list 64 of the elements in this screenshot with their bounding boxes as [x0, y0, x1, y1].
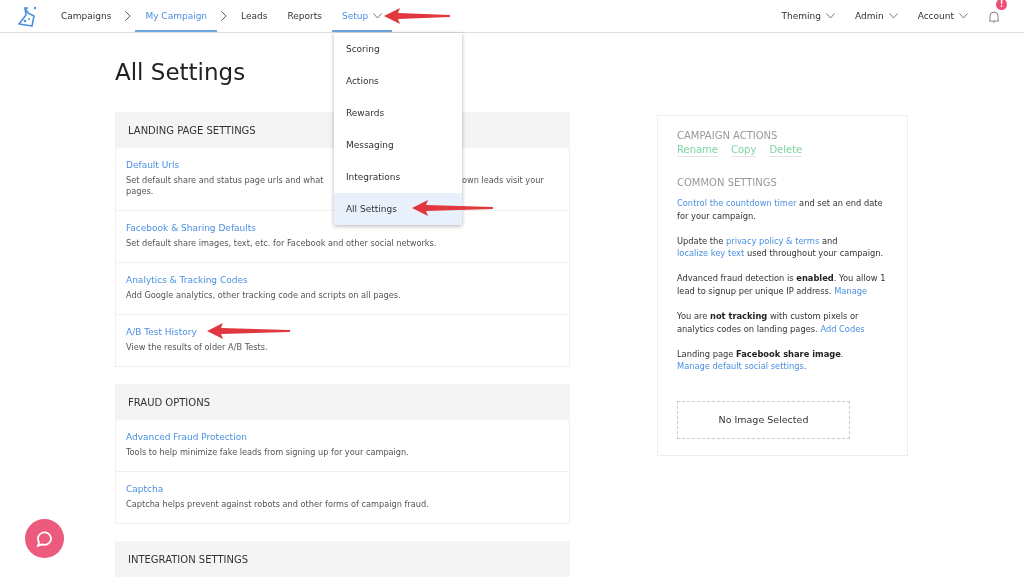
inline-link[interactable]: localize key text [677, 248, 745, 259]
panel-heading: COMMON SETTINGS [677, 177, 778, 189]
setting-link[interactable]: Facebook & Sharing Defaults [126, 221, 256, 235]
nav-label: Reports [287, 11, 322, 21]
section-header: INTEGRATION SETTINGS [115, 541, 570, 577]
nav-menu[interactable]: Theming [771, 0, 845, 32]
chat-button[interactable] [25, 519, 64, 558]
menu-item[interactable]: Scoring [333, 33, 462, 65]
nav-link[interactable]: Leads [231, 0, 278, 32]
setting-description: Set default share images, text, etc. for Facebook and other social networks. [126, 238, 437, 248]
setting-description: pages. [126, 186, 154, 196]
settings-summary: Landing page Facebook share image. Manage default social settings. [677, 347, 845, 373]
nav-menu[interactable]: Account [907, 0, 978, 32]
inline-link[interactable]: Control the countdown timer [677, 198, 797, 208]
chevron-down-icon [959, 13, 968, 19]
annotation-arrow [384, 8, 450, 24]
setting-description: Add Google analytics, other tracking code and scripts on all pages. [126, 290, 401, 300]
nav-label: Setup [341, 11, 369, 21]
nav-menu[interactable]: Admin [844, 0, 908, 32]
action-link[interactable]: Delete [769, 144, 803, 157]
menu-item[interactable]: Integrations [333, 161, 462, 193]
setting-link[interactable]: A/B Test History [126, 325, 197, 339]
chevron-down-icon [825, 13, 835, 19]
chevron-right-icon [125, 11, 132, 21]
settings-summary: Control the countdown timer and set an end date for your campaign. [677, 197, 884, 223]
bell-icon[interactable] [988, 10, 1000, 24]
flask-logo-icon[interactable] [15, 4, 39, 28]
setting-link[interactable]: Analytics & Tracking Codes [126, 273, 248, 287]
setting-link[interactable]: Default Urls [126, 158, 180, 172]
nav-link[interactable]: My Campaign [135, 0, 218, 32]
action-link[interactable]: Copy [731, 144, 757, 157]
settings-summary: Update the privacy policy & terms and localize key text used throughout your campaign. [677, 234, 885, 260]
nav-label: Theming [781, 11, 821, 21]
setting-description: Captcha helps prevent against robots and other forms of campaign fraud. [126, 499, 429, 509]
image-placeholder[interactable]: No Image Selected [677, 400, 850, 439]
inline-link[interactable]: Manage [834, 285, 868, 296]
action-link[interactable]: Rename [677, 144, 718, 157]
setting-description: View the results of older A/B Tests. [126, 342, 268, 352]
chevron-down-icon [888, 13, 898, 19]
inline-link[interactable]: Manage default social settings [677, 361, 804, 372]
chevron-down-icon [373, 13, 383, 19]
chevron-right-icon [221, 11, 228, 21]
nav-link[interactable]: Campaigns [51, 0, 122, 32]
nav-label: Account [917, 11, 954, 21]
menu-item[interactable]: Actions [333, 65, 462, 97]
setting-description: own leads visit your [462, 175, 544, 186]
inline-link[interactable]: Add Codes [820, 323, 865, 334]
panel-heading: CAMPAIGN ACTIONS [677, 130, 779, 142]
nav-label: My Campaign [145, 11, 208, 21]
setting-description: Set default share and status page urls and what [126, 175, 324, 185]
inline-link[interactable]: privacy policy & terms [725, 235, 820, 246]
notification-badge: ! [996, 0, 1007, 10]
nav-label: Leads [241, 11, 268, 21]
section-header: FRAUD OPTIONS [115, 384, 570, 420]
settings-summary: Advanced fraud detection is enabled. You allow 1 lead to signup per unique IP address. Manage [677, 272, 887, 298]
page-title: All Settings [115, 58, 246, 86]
setting-link[interactable]: Advanced Fraud Protection [126, 430, 247, 444]
menu-item[interactable]: All Settings [333, 193, 462, 225]
nav-link[interactable]: Reports [277, 0, 332, 32]
nav-label: Admin [854, 11, 884, 21]
nav-label: Campaigns [61, 11, 112, 21]
settings-summary: You are not tracking with custom pixels or analytics codes on landing pages. Add Codes [677, 310, 866, 336]
setting-description: Tools to help minimize fake leads from signing up for your campaign. [126, 447, 409, 457]
setting-link[interactable]: Captcha [126, 482, 164, 496]
